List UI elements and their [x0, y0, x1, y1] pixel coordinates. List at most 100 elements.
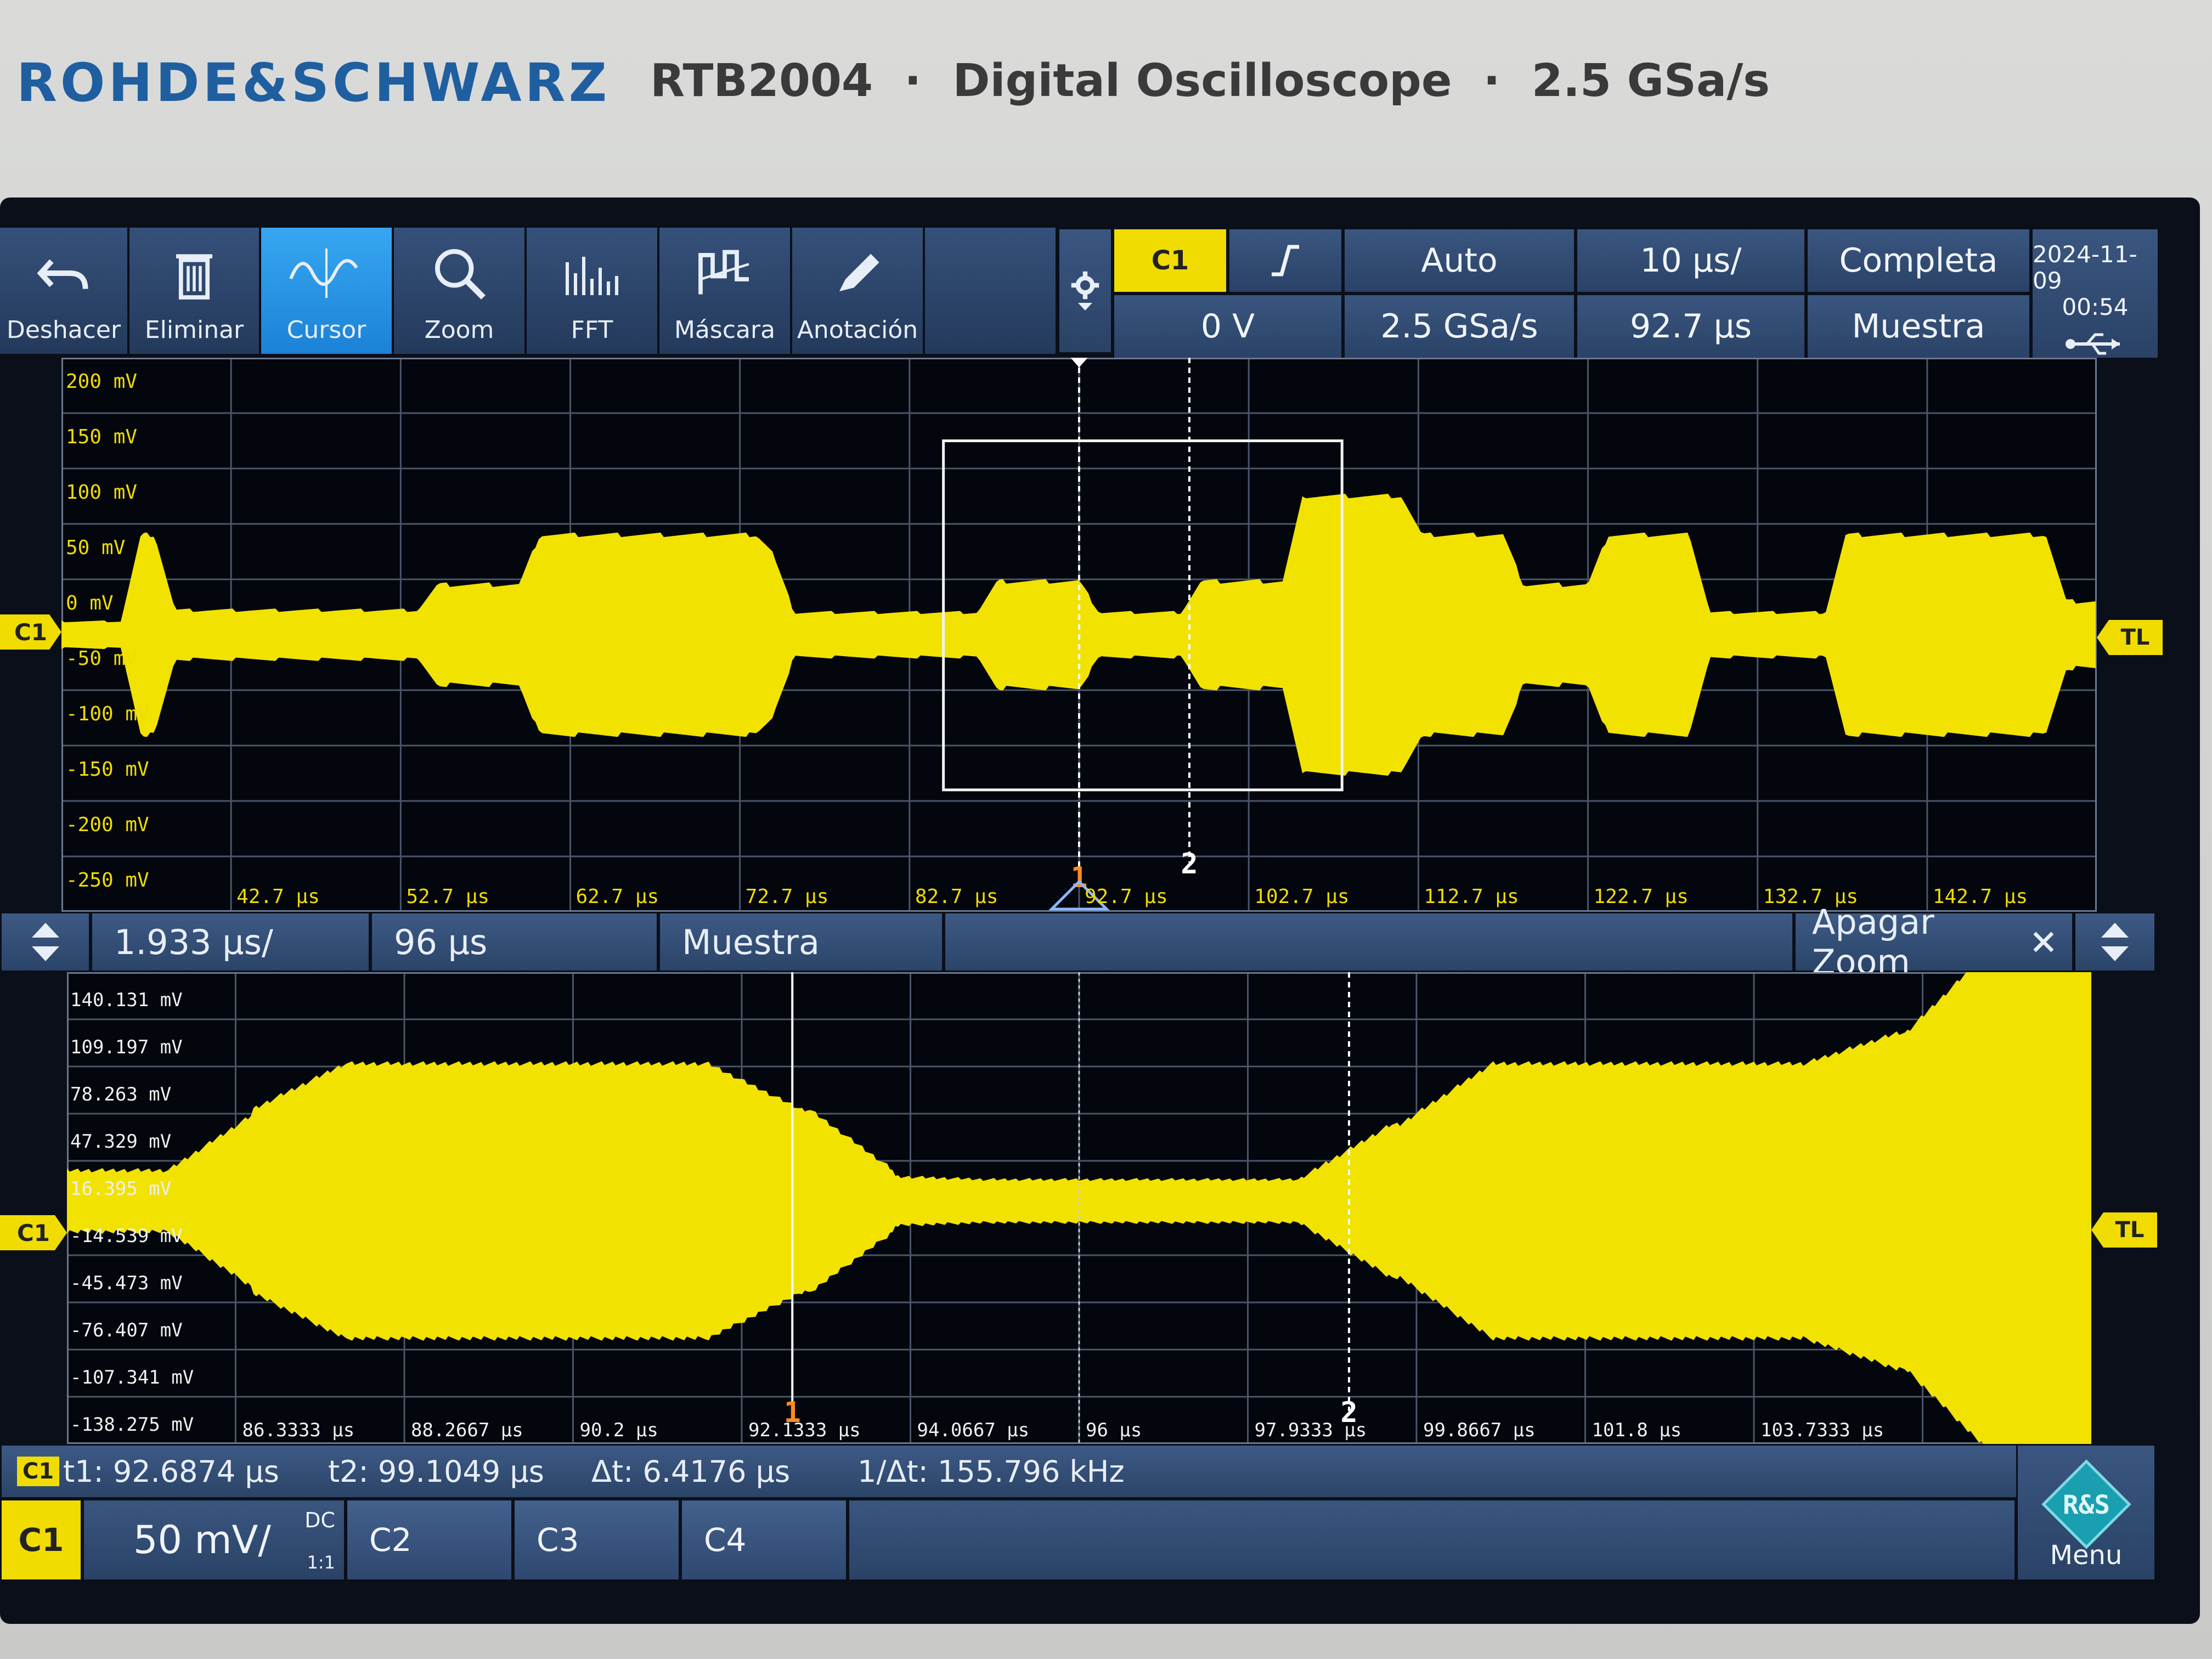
channel-offset-marker-main[interactable]: C1	[0, 614, 61, 650]
channel-c1-tab[interactable]: C1	[0, 1499, 82, 1581]
y-tick-label: -150 mV	[66, 758, 149, 781]
model-label: RTB2004 · Digital Oscilloscope · 2.5 GSa…	[650, 55, 1770, 107]
trigger-slope-cell[interactable]	[1228, 228, 1343, 294]
y-tick-label: -250 mV	[66, 869, 149, 891]
cursor-label: Cursor	[286, 316, 366, 344]
y-tick-label: 200 mV	[66, 370, 137, 393]
channel-c1-coupling: DC	[304, 1508, 335, 1532]
channel-c1-scale[interactable]: 50 mV/ DC 1:1	[82, 1499, 346, 1581]
zoom-waveform-plot[interactable]: 1 2140.131 mV109.197 mV78.263 mV47.329 mV…	[66, 939, 2092, 1463]
x-tick-label: 102.7 µs	[1254, 885, 1349, 908]
timebase-value[interactable]: 10 µs/	[1576, 228, 1806, 294]
x-tick-label: 97.9333 µs	[1255, 1419, 1367, 1441]
x-tick-label: 92.7 µs	[1085, 885, 1168, 908]
x-tick-label: 112.7 µs	[1424, 885, 1519, 908]
annotation-label: Anotación	[797, 316, 918, 344]
usb-icon	[2066, 333, 2120, 355]
zoom-scroll-arrows-right[interactable]	[2074, 912, 2156, 972]
y-tick-label: -50 mV	[66, 647, 137, 670]
fft-button[interactable]: FFT	[527, 228, 659, 354]
sample-rate: 2.5 GSa/s	[1343, 294, 1576, 359]
toolbar-empty-slot	[925, 228, 1058, 354]
y-tick-label: 140.131 mV	[70, 989, 183, 1011]
horizontal-position[interactable]: 92.7 µs	[1576, 294, 1806, 359]
y-tick-label: -14.539 mV	[70, 1225, 183, 1247]
zoom-waveform-panel[interactable]: 1 2 140.131 mV 109.197 mV 78.263 mV 47.329 mV…	[66, 939, 2092, 1463]
trigger-level-marker-main[interactable]: TL	[2097, 620, 2163, 655]
fft-label: FFT	[571, 316, 613, 344]
cursor-t1-readout: t1: 92.6874 µs	[63, 1454, 279, 1489]
y-tick-label: 0 mV	[66, 592, 114, 614]
channel-c2-tab[interactable]: C2	[346, 1499, 513, 1581]
zoom-button[interactable]: Zoom	[394, 228, 527, 354]
channel-marker-label: C1	[16, 1219, 50, 1246]
trigger-level[interactable]: 0 V	[1113, 294, 1343, 359]
up-down-arrows-icon	[2101, 923, 2129, 961]
cursor-2-label: 2	[1181, 848, 1198, 881]
trigger-channel-badge: C1	[1142, 242, 1198, 279]
channel-c4-tab[interactable]: C4	[680, 1499, 848, 1581]
zoom-acquisition-type[interactable]: Muestra	[658, 912, 944, 972]
y-tick-label: 50 mV	[66, 537, 125, 559]
x-tick-label: 52.7 µs	[406, 885, 489, 908]
zoom-off-button[interactable]: Apagar Zoom	[1794, 902, 2074, 982]
time-label: 00:54	[2062, 294, 2129, 320]
x-tick-label: 42.7 µs	[236, 885, 320, 908]
main-waveform-plot[interactable]: 1 2200 mV150 mV100 mV50 mV0 mV-50 mV-100 …	[60, 357, 2098, 913]
cursor-wave-icon	[289, 249, 358, 298]
y-tick-label: -107.341 mV	[70, 1367, 194, 1389]
zoom-position[interactable]: 96 µs	[370, 912, 658, 972]
close-icon[interactable]	[2032, 929, 2056, 955]
y-tick-label: -45.473 mV	[70, 1272, 183, 1294]
main-waveform-panel[interactable]: 1 2 200 mV 150 mV 100 mV 50 mV 0 mV -50 mV -100 …	[60, 357, 2098, 913]
trigger-mode[interactable]: Auto	[1343, 228, 1576, 294]
x-tick-label: 62.7 µs	[576, 885, 659, 908]
zoom-off-label: Apagar Zoom	[1812, 902, 1934, 982]
trigger-source-cell[interactable]: C1	[1113, 228, 1228, 294]
zoom-timebase[interactable]: 1.933 µs/	[91, 912, 370, 972]
x-tick-label: 92.1333 µs	[748, 1419, 861, 1441]
cursor-measurement-bar: C1 t1: 92.6874 µs t2: 99.1049 µs Δt: 6.4…	[0, 1444, 2156, 1499]
x-tick-label: 122.7 µs	[1594, 885, 1689, 908]
menu-button[interactable]: R&S Menu	[2016, 1444, 2156, 1581]
cursor-button[interactable]: Cursor	[261, 228, 394, 354]
acquisition-mode[interactable]: Completa	[1806, 228, 2031, 294]
trigger-level-marker-zoom[interactable]: TL	[2091, 1212, 2157, 1248]
y-tick-label: -76.407 mV	[70, 1319, 183, 1341]
delete-label: Eliminar	[144, 316, 244, 344]
x-tick-label: 72.7 µs	[746, 885, 829, 908]
undo-button[interactable]: Deshacer	[0, 228, 129, 354]
settings-button[interactable]	[1058, 228, 1113, 354]
annotation-button[interactable]: Anotación	[792, 228, 925, 354]
x-tick-label: 90.2 µs	[580, 1419, 658, 1441]
delete-button[interactable]: Eliminar	[129, 228, 261, 354]
channel-c3-tab[interactable]: C3	[513, 1499, 680, 1581]
x-tick-label: 88.2667 µs	[411, 1419, 523, 1441]
x-tick-label: 101.8 µs	[1592, 1419, 1682, 1441]
y-tick-label: -100 mV	[66, 703, 149, 725]
cursor-delta-readout: Δt: 6.4176 µs	[591, 1454, 791, 1489]
trigger-offset-arrow	[1070, 358, 1088, 368]
magnifier-icon	[435, 249, 486, 300]
channel-c1-scale-value: 50 mV/	[133, 1517, 271, 1562]
y-tick-label: 47.329 mV	[70, 1131, 171, 1153]
trash-icon	[176, 254, 212, 300]
x-tick-label: 96 µs	[1086, 1419, 1142, 1441]
mask-icon	[698, 250, 749, 295]
oscilloscope-screen: Deshacer Eliminar Cursor Zoom FFT Máscar…	[0, 198, 2200, 1624]
x-tick-label: 99.8667 µs	[1423, 1419, 1536, 1441]
gear-icon	[1071, 271, 1099, 300]
menu-label: Menu	[2050, 1540, 2123, 1571]
acquisition-type[interactable]: Muestra	[1806, 294, 2031, 359]
zoom-bar-spacer	[944, 912, 1794, 972]
channel-offset-marker-zoom[interactable]: C1	[0, 1215, 67, 1250]
mask-label: Máscara	[674, 316, 776, 344]
measurement-channel-badge: C1	[17, 1457, 60, 1486]
mask-button[interactable]: Máscara	[659, 228, 792, 354]
y-tick-label: -200 mV	[66, 814, 149, 836]
fft-icon	[566, 257, 618, 295]
zoom-scroll-arrows-left[interactable]	[0, 912, 91, 972]
brand-logo: ROHDE&SCHWARZ	[16, 52, 611, 114]
trigger-marker-label: TL	[2120, 625, 2150, 650]
channel-c1-probe: 1:1	[307, 1552, 336, 1573]
